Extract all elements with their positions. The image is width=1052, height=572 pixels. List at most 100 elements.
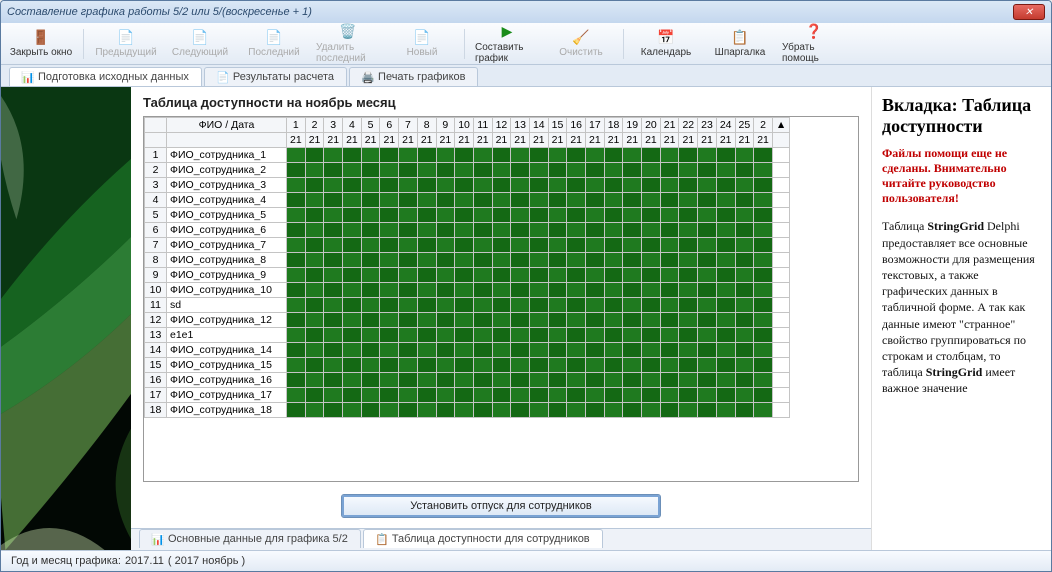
availability-cell[interactable] <box>417 328 436 343</box>
availability-cell[interactable] <box>473 238 492 253</box>
availability-cell[interactable] <box>380 268 399 283</box>
availability-cell[interactable] <box>305 388 324 403</box>
availability-cell[interactable] <box>492 178 511 193</box>
availability-cell[interactable] <box>455 328 474 343</box>
availability-cell[interactable] <box>548 163 567 178</box>
availability-cell[interactable] <box>642 268 661 283</box>
availability-cell[interactable] <box>586 403 605 418</box>
availability-cell[interactable] <box>604 223 623 238</box>
tab-availability[interactable]: 📋 Таблица доступности для сотрудников <box>363 529 603 548</box>
availability-cell[interactable] <box>380 373 399 388</box>
availability-cell[interactable] <box>623 283 642 298</box>
tab-main-data[interactable]: 📊 Основные данные для графика 5/2 <box>139 529 361 548</box>
availability-cell[interactable] <box>642 178 661 193</box>
prev-button[interactable]: 📄 Предыдущий <box>94 25 158 63</box>
availability-cell[interactable] <box>436 148 455 163</box>
availability-cell[interactable] <box>567 178 586 193</box>
availability-cell[interactable] <box>623 403 642 418</box>
availability-cell[interactable] <box>754 163 773 178</box>
availability-cell[interactable] <box>511 148 530 163</box>
availability-cell[interactable] <box>324 268 343 283</box>
availability-cell[interactable] <box>716 163 735 178</box>
availability-cell[interactable] <box>287 223 306 238</box>
availability-cell[interactable] <box>417 163 436 178</box>
availability-cell[interactable] <box>642 298 661 313</box>
availability-cell[interactable] <box>604 358 623 373</box>
availability-cell[interactable] <box>361 238 380 253</box>
availability-cell[interactable] <box>754 343 773 358</box>
availability-cell[interactable] <box>305 298 324 313</box>
availability-cell[interactable] <box>436 268 455 283</box>
availability-cell[interactable] <box>567 163 586 178</box>
availability-cell[interactable] <box>455 253 474 268</box>
availability-cell[interactable] <box>716 193 735 208</box>
availability-cell[interactable] <box>417 358 436 373</box>
availability-cell[interactable] <box>287 193 306 208</box>
availability-cell[interactable] <box>660 343 679 358</box>
new-button[interactable]: 📄 Новый <box>390 25 454 63</box>
availability-cell[interactable] <box>754 328 773 343</box>
availability-cell[interactable] <box>511 328 530 343</box>
availability-cell[interactable] <box>642 253 661 268</box>
availability-cell[interactable] <box>473 253 492 268</box>
availability-cell[interactable] <box>305 283 324 298</box>
next-button[interactable]: 📄 Следующий <box>168 25 232 63</box>
availability-cell[interactable] <box>492 148 511 163</box>
availability-cell[interactable] <box>529 403 548 418</box>
availability-cell[interactable] <box>361 358 380 373</box>
availability-cell[interactable] <box>287 238 306 253</box>
availability-cell[interactable] <box>548 193 567 208</box>
availability-cell[interactable] <box>380 343 399 358</box>
availability-cell[interactable] <box>642 163 661 178</box>
availability-cell[interactable] <box>754 313 773 328</box>
availability-cell[interactable] <box>417 148 436 163</box>
availability-cell[interactable] <box>548 328 567 343</box>
availability-cell[interactable] <box>417 388 436 403</box>
availability-cell[interactable] <box>380 298 399 313</box>
availability-cell[interactable] <box>548 373 567 388</box>
availability-cell[interactable] <box>492 163 511 178</box>
availability-cell[interactable] <box>287 163 306 178</box>
availability-cell[interactable] <box>586 388 605 403</box>
availability-cell[interactable] <box>548 343 567 358</box>
availability-cell[interactable] <box>492 283 511 298</box>
availability-cell[interactable] <box>436 208 455 223</box>
availability-cell[interactable] <box>529 268 548 283</box>
availability-cell[interactable] <box>604 283 623 298</box>
availability-cell[interactable] <box>324 358 343 373</box>
availability-cell[interactable] <box>660 253 679 268</box>
availability-cell[interactable] <box>343 223 362 238</box>
availability-cell[interactable] <box>586 238 605 253</box>
availability-cell[interactable] <box>586 193 605 208</box>
availability-cell[interactable] <box>417 253 436 268</box>
availability-cell[interactable] <box>380 313 399 328</box>
availability-cell[interactable] <box>716 328 735 343</box>
availability-cell[interactable] <box>287 313 306 328</box>
availability-cell[interactable] <box>343 178 362 193</box>
availability-cell[interactable] <box>567 403 586 418</box>
availability-cell[interactable] <box>455 358 474 373</box>
availability-cell[interactable] <box>586 283 605 298</box>
availability-cell[interactable] <box>399 343 418 358</box>
availability-cell[interactable] <box>529 238 548 253</box>
availability-cell[interactable] <box>417 403 436 418</box>
availability-cell[interactable] <box>473 403 492 418</box>
availability-cell[interactable] <box>324 298 343 313</box>
availability-cell[interactable] <box>586 313 605 328</box>
availability-cell[interactable] <box>716 373 735 388</box>
availability-cell[interactable] <box>324 178 343 193</box>
availability-cell[interactable] <box>604 163 623 178</box>
availability-cell[interactable] <box>529 163 548 178</box>
availability-cell[interactable] <box>511 238 530 253</box>
availability-cell[interactable] <box>642 208 661 223</box>
availability-cell[interactable] <box>586 328 605 343</box>
availability-cell[interactable] <box>343 343 362 358</box>
availability-cell[interactable] <box>548 148 567 163</box>
availability-cell[interactable] <box>567 298 586 313</box>
availability-cell[interactable] <box>698 283 717 298</box>
availability-cell[interactable] <box>324 163 343 178</box>
availability-cell[interactable] <box>343 268 362 283</box>
availability-cell[interactable] <box>436 388 455 403</box>
availability-cell[interactable] <box>305 193 324 208</box>
availability-cell[interactable] <box>455 193 474 208</box>
